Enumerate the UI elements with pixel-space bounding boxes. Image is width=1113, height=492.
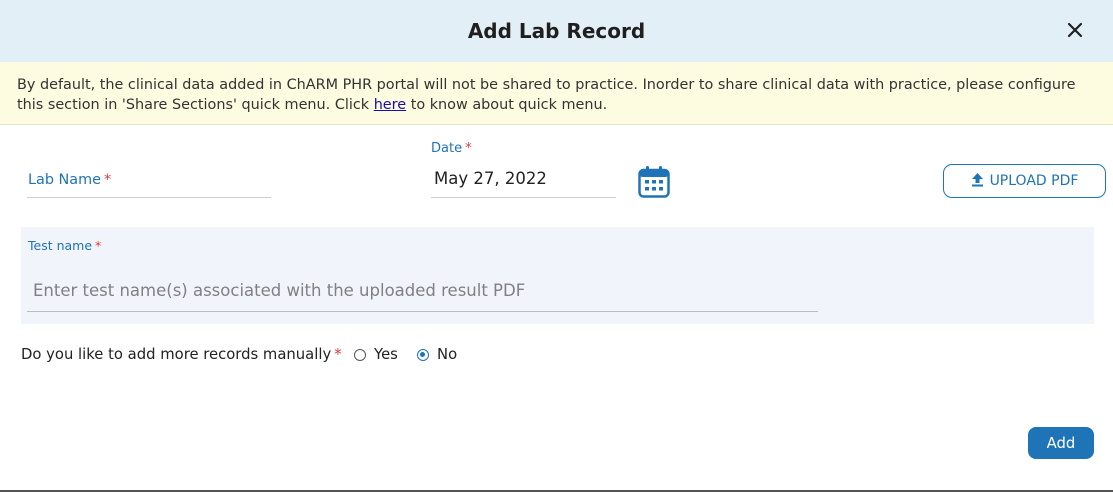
calendar-icon[interactable] xyxy=(638,165,670,198)
date-field[interactable]: Date * May 27, 2022 xyxy=(431,140,616,198)
close-icon[interactable] xyxy=(1061,16,1089,44)
required-mark: * xyxy=(334,346,342,363)
required-mark: * xyxy=(95,238,102,253)
test-name-input[interactable] xyxy=(27,269,818,312)
lab-name-label: Lab Name * xyxy=(28,172,112,188)
dialog-header: Add Lab Record xyxy=(0,0,1113,62)
notice-here-link[interactable]: here xyxy=(374,97,406,113)
radio-no-label: No xyxy=(437,346,458,363)
required-mark: * xyxy=(104,172,112,188)
radio-yes[interactable]: Yes xyxy=(354,346,398,363)
upload-pdf-label: UPLOAD PDF xyxy=(989,173,1079,189)
upload-pdf-button[interactable]: UPLOAD PDF xyxy=(943,164,1106,198)
notice-text: By default, the clinical data added in C… xyxy=(17,75,1077,115)
upload-icon xyxy=(971,172,990,191)
radio-yes-circle[interactable] xyxy=(354,348,366,361)
notice-text-after: to know about quick menu. xyxy=(406,97,608,113)
required-mark: * xyxy=(465,141,472,156)
test-name-panel: Test name * xyxy=(21,227,1094,324)
sharing-notice: By default, the clinical data added in C… xyxy=(0,62,1113,125)
radio-yes-label: Yes xyxy=(374,346,398,363)
radio-no-circle[interactable] xyxy=(417,348,429,361)
dialog-title: Add Lab Record xyxy=(467,19,646,43)
add-button[interactable]: Add xyxy=(1028,427,1094,459)
more-records-question: Do you like to add more records manually… xyxy=(21,346,342,363)
date-label: Date * xyxy=(431,141,472,156)
radio-no[interactable]: No xyxy=(417,346,457,363)
lab-name-field[interactable]: Lab Name * xyxy=(27,164,271,198)
date-value: May 27, 2022 xyxy=(434,169,547,188)
test-name-label: Test name * xyxy=(28,238,102,253)
